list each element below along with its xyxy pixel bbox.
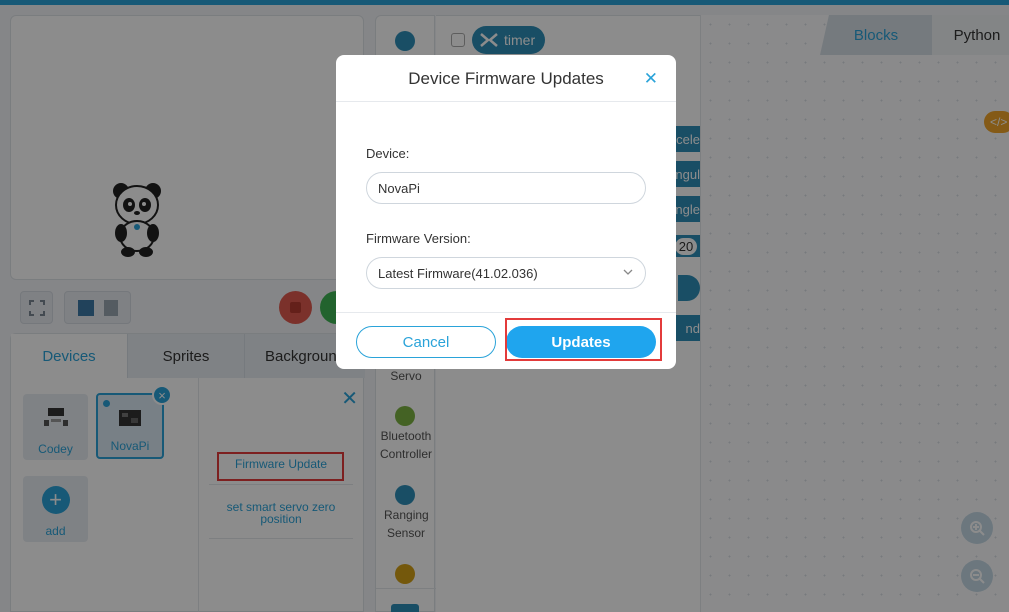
updates-button-highlight <box>505 318 662 361</box>
device-field[interactable]: NovaPi <box>366 172 646 204</box>
dialog-title: Device Firmware Updates <box>408 69 604 88</box>
close-icon[interactable]: ✕ <box>644 69 658 89</box>
device-label: Device: <box>366 146 410 161</box>
device-field-value: NovaPi <box>378 180 420 196</box>
cancel-button[interactable]: Cancel <box>356 326 496 358</box>
firmware-version-value: Latest Firmware(41.02.036) <box>378 265 538 281</box>
dialog-footer-divider <box>336 312 676 313</box>
firmware-version-label: Firmware Version: <box>366 231 471 246</box>
dialog-header: Device Firmware Updates ✕ <box>336 55 676 102</box>
firmware-version-select[interactable]: Latest Firmware(41.02.036) <box>366 257 646 289</box>
chevron-down-icon <box>623 269 633 275</box>
